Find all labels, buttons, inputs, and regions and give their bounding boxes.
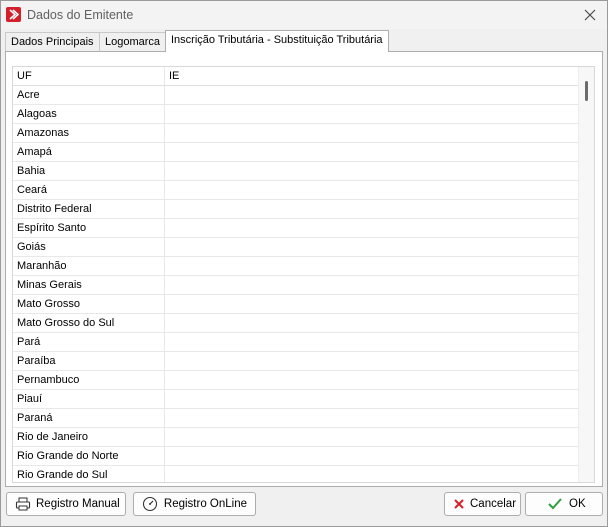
cell-uf[interactable]: Bahia [13,162,165,180]
cell-ie[interactable] [165,143,578,161]
grid-header: UF IE [13,67,578,86]
table-row[interactable]: Amazonas [13,124,578,143]
cell-uf[interactable]: Pará [13,333,165,351]
cell-uf[interactable]: Espírito Santo [13,219,165,237]
table-row[interactable]: Mato Grosso [13,295,578,314]
cell-ie[interactable] [165,409,578,427]
cell-uf[interactable]: Alagoas [13,105,165,123]
red-x-icon [453,496,465,512]
cell-ie[interactable] [165,238,578,256]
cell-ie[interactable] [165,181,578,199]
cancel-label: Cancelar [470,498,517,510]
cell-uf[interactable]: Mato Grosso do Sul [13,314,165,332]
table-row[interactable]: Espírito Santo [13,219,578,238]
window-title: Dados do Emitente [27,8,134,22]
ok-button[interactable]: OK [525,492,603,516]
table-row[interactable]: Acre [13,86,578,105]
table-row[interactable]: Paraná [13,409,578,428]
cell-ie[interactable] [165,162,578,180]
cell-uf[interactable]: Minas Gerais [13,276,165,294]
cell-ie[interactable] [165,295,578,313]
tab-panel: UF IE Acre Alagoas Amazonas Amapá Bahia Ceará… [5,51,603,487]
tab-logomarca[interactable]: Logomarca [99,32,167,52]
table-row[interactable]: Maranhão [13,257,578,276]
cell-ie[interactable] [165,105,578,123]
table-row[interactable]: Pernambuco [13,371,578,390]
cell-ie[interactable] [165,200,578,218]
table-row[interactable]: Piauí [13,390,578,409]
table-row[interactable]: Mato Grosso do Sul [13,314,578,333]
cell-uf[interactable]: Rio Grande do Norte [13,447,165,465]
table-row[interactable]: Amapá [13,143,578,162]
table-row[interactable]: Rio Grande do Norte [13,447,578,466]
cell-uf[interactable]: Rio Grande do Sul [13,466,165,482]
cell-uf[interactable]: Paraíba [13,352,165,370]
close-icon [584,9,596,21]
cell-ie[interactable] [165,219,578,237]
cell-ie[interactable] [165,333,578,351]
cell-ie[interactable] [165,466,578,482]
dialog-window: Dados do Emitente Dados Principais Logom… [0,0,608,527]
cell-ie[interactable] [165,390,578,408]
title-bar[interactable]: Dados do Emitente [1,1,607,29]
table-row[interactable]: Distrito Federal [13,200,578,219]
cell-ie[interactable] [165,371,578,389]
cell-uf[interactable]: Pernambuco [13,371,165,389]
cell-uf[interactable]: Distrito Federal [13,200,165,218]
cell-ie[interactable] [165,314,578,332]
column-header-uf[interactable]: UF [13,67,165,85]
printer-icon [15,496,31,512]
cell-uf[interactable]: Amapá [13,143,165,161]
cell-ie[interactable] [165,352,578,370]
cell-ie[interactable] [165,124,578,142]
table-row[interactable]: Alagoas [13,105,578,124]
app-logo-icon [6,7,21,22]
cell-uf[interactable]: Acre [13,86,165,104]
cell-uf[interactable]: Paraná [13,409,165,427]
tab-dados-principais[interactable]: Dados Principais [5,32,100,52]
tab-strip: Dados Principais Logomarca Inscrição Tri… [5,30,603,52]
table-row[interactable]: Goiás [13,238,578,257]
tab-inscricao-tributaria[interactable]: Inscrição Tributária - Substituição Trib… [165,30,389,52]
green-check-icon [546,496,564,512]
cell-uf[interactable]: Piauí [13,390,165,408]
close-button[interactable] [579,4,601,26]
column-header-ie[interactable]: IE [165,67,578,85]
grid-body: Acre Alagoas Amazonas Amapá Bahia Ceará Distri… [13,86,578,482]
uf-ie-grid: UF IE Acre Alagoas Amazonas Amapá Bahia Ceará… [12,66,595,483]
table-row[interactable]: Rio Grande do Sul [13,466,578,482]
registro-manual-label: Registro Manual [36,498,120,510]
table-row[interactable]: Rio de Janeiro [13,428,578,447]
cell-uf[interactable]: Ceará [13,181,165,199]
cell-uf[interactable]: Goiás [13,238,165,256]
cell-uf[interactable]: Rio de Janeiro [13,428,165,446]
speedometer-icon [142,496,159,512]
vertical-scrollbar[interactable] [578,67,594,482]
registro-online-button[interactable]: Registro OnLine [133,492,256,516]
ok-label: OK [569,498,586,510]
cancel-button[interactable]: Cancelar [444,492,521,516]
registro-online-label: Registro OnLine [163,498,247,510]
cell-ie[interactable] [165,86,578,104]
cell-uf[interactable]: Amazonas [13,124,165,142]
cell-ie[interactable] [165,447,578,465]
cell-uf[interactable]: Mato Grosso [13,295,165,313]
table-row[interactable]: Paraíba [13,352,578,371]
cell-ie[interactable] [165,257,578,275]
table-row[interactable]: Ceará [13,181,578,200]
registro-manual-button[interactable]: Registro Manual [6,492,126,516]
cell-ie[interactable] [165,428,578,446]
cell-ie[interactable] [165,276,578,294]
table-row[interactable]: Bahia [13,162,578,181]
cell-uf[interactable]: Maranhão [13,257,165,275]
scrollbar-thumb[interactable] [585,81,588,101]
table-row[interactable]: Minas Gerais [13,276,578,295]
table-row[interactable]: Pará [13,333,578,352]
